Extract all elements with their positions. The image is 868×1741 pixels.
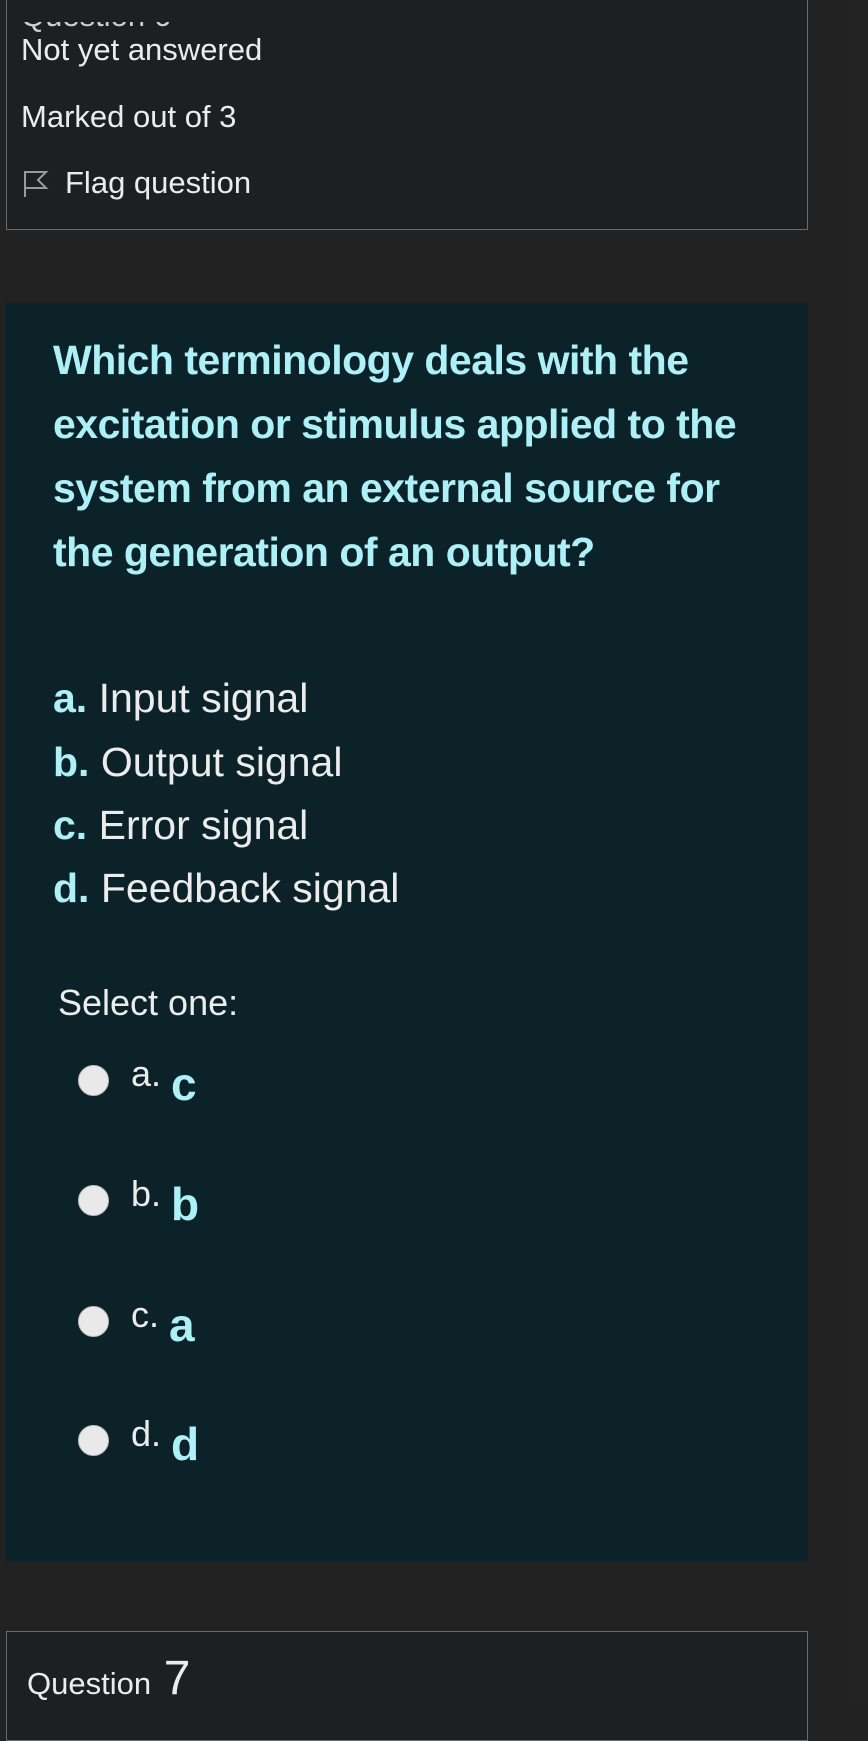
radio-button[interactable] [78, 1064, 109, 1096]
option-text: Output signal [100, 739, 343, 785]
answer-value: b [171, 1178, 200, 1230]
question-word: Question [27, 1666, 152, 1701]
select-one-prompt: Select one: [58, 982, 239, 1023]
option-text: Error signal [98, 802, 309, 848]
question-text: Which terminology deals with the excitat… [53, 337, 737, 575]
question-marks: Marked out of 3 [21, 99, 237, 134]
radio-button[interactable] [78, 1305, 109, 1337]
question-number: 7 [163, 1652, 191, 1705]
option-line-d: d. Feedback signal [53, 864, 399, 912]
answer-value: c [171, 1058, 197, 1110]
answer-value: d [171, 1418, 200, 1470]
option-text: Feedback signal [100, 865, 400, 911]
option-letter: d. [53, 865, 90, 911]
answer-value: a [169, 1299, 195, 1351]
flag-icon [24, 171, 49, 197]
option-letter: a. [53, 675, 88, 721]
answer-choice-c[interactable]: c. a [78, 1291, 195, 1351]
flag-question-button[interactable]: Flag question [21, 165, 251, 201]
answer-choice-b[interactable]: b. b [78, 1170, 199, 1230]
answer-label: b. [131, 1173, 162, 1214]
option-text: Input signal [98, 675, 309, 721]
option-letter: c. [53, 802, 88, 848]
answer-label: a. [131, 1053, 162, 1094]
option-line-b: b. Output signal [53, 738, 342, 786]
flag-question-label: Flag question [65, 165, 252, 200]
radio-button[interactable] [78, 1424, 109, 1456]
page-scrollbar-track[interactable] [848, 0, 868, 1705]
next-question-number-label: Question 7 [27, 1655, 190, 1708]
question-status: Not yet answered [21, 32, 263, 67]
answer-choice-d[interactable]: d. d [78, 1410, 199, 1470]
option-letter: b. [53, 739, 90, 785]
answer-label: c. [131, 1294, 160, 1335]
answer-label: d. [131, 1413, 162, 1454]
answer-choice-a[interactable]: a. c [78, 1050, 197, 1110]
radio-button[interactable] [78, 1184, 109, 1216]
option-line-a: a. Input signal [53, 674, 308, 722]
option-line-c: c. Error signal [53, 801, 308, 849]
